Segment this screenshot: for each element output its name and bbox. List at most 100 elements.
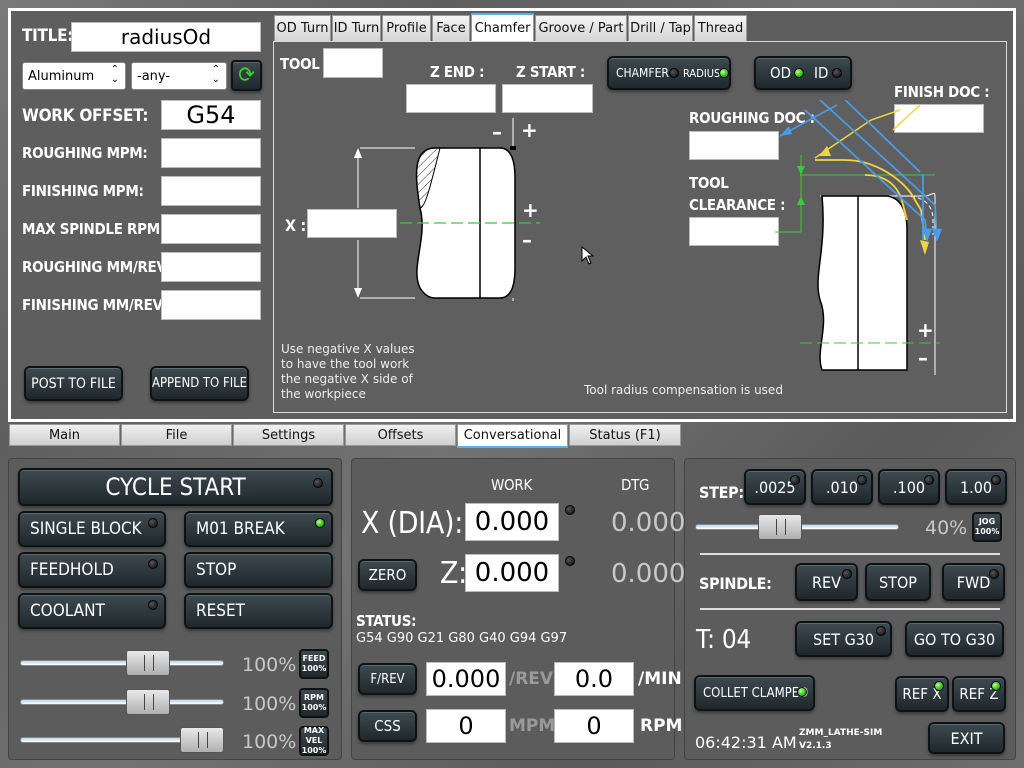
finishing-feed-label: FINISHING MM/REV:	[22, 296, 168, 314]
op-tab-groove-part[interactable]: Groove / Part	[535, 15, 627, 41]
maxvel-100-button[interactable]: MAX VEL 100%	[299, 726, 329, 756]
ref-x-button[interactable]: REF X	[895, 676, 949, 712]
version: V2.1.3	[799, 741, 832, 751]
op-tab-face[interactable]: Face	[432, 15, 470, 41]
od-led	[794, 68, 804, 78]
m01-break-button[interactable]: M01 BREAK	[184, 511, 333, 547]
z-start-input[interactable]	[502, 84, 593, 113]
spindle-stop-button[interactable]: STOP	[865, 563, 931, 601]
z-end-input[interactable]	[406, 84, 496, 113]
x-plus-sign: +	[522, 198, 539, 222]
single-block-button[interactable]: SINGLE BLOCK	[18, 511, 166, 547]
feed-override-slider[interactable]	[20, 660, 224, 666]
post-to-file-button[interactable]: POST TO FILE	[24, 366, 123, 401]
set-g30-label: SET G30	[812, 629, 875, 649]
refresh-button[interactable]: ⟳	[231, 60, 262, 91]
op-tab-id-turn[interactable]: ID Turn	[332, 15, 381, 41]
tool-input[interactable]	[323, 48, 383, 78]
z-work-dro[interactable]: 0.000	[465, 554, 559, 592]
append-to-file-button[interactable]: APPEND TO FILE	[150, 366, 249, 401]
zero-button[interactable]: ZERO	[358, 559, 417, 591]
spindle-rev-button[interactable]: REV	[795, 563, 858, 601]
finishing-feed-input[interactable]	[161, 290, 261, 320]
main-tab-offsets[interactable]: Offsets	[345, 424, 456, 446]
maxvel-mini-pct: 100%	[301, 746, 327, 755]
feed-mini-pct: 100%	[301, 664, 327, 673]
refresh-icon: ⟳	[238, 63, 255, 88]
step-led-1	[857, 475, 867, 485]
jog-speed-handle[interactable]	[758, 514, 802, 540]
main-tab-settings[interactable]: Settings	[233, 424, 344, 446]
rpm-override-slider[interactable]	[20, 699, 224, 705]
roughing-feed-input[interactable]	[161, 252, 261, 282]
mpm-unit: MPM	[509, 716, 556, 736]
min-unit: /MIN	[638, 669, 682, 689]
step-button-1[interactable]: .010	[811, 469, 873, 505]
feed-100-button[interactable]: FEED 100%	[299, 649, 329, 679]
exit-button[interactable]: EXIT	[928, 722, 1005, 754]
finishing-mpm-input[interactable]	[161, 176, 261, 206]
op-tab-thread[interactable]: Thread	[694, 15, 747, 41]
feed-override-pct: 100%	[242, 654, 297, 676]
single-block-label: SINGLE BLOCK	[30, 519, 142, 539]
rpm-override-handle[interactable]	[126, 689, 170, 715]
cycle-start-label: CYCLE START	[105, 473, 246, 501]
x-work-dro[interactable]: 0.000	[465, 503, 559, 541]
feedhold-label: FEEDHOLD	[30, 560, 114, 580]
work-offset-input[interactable]: G54	[161, 100, 261, 130]
rpm-mini-pct: 100%	[301, 703, 327, 712]
od-id-toggle[interactable]: OD ID	[754, 56, 852, 90]
roughing-doc-input[interactable]	[689, 131, 779, 160]
current-tool: T: 04	[696, 625, 751, 655]
step-label-3: 1.00	[959, 477, 993, 497]
maxvel-override-handle[interactable]	[180, 727, 224, 753]
css-value: 0	[426, 709, 506, 743]
set-g30-button[interactable]: SET G30	[795, 621, 892, 657]
css-button[interactable]: CSS	[358, 710, 417, 742]
op-tab-chamfer[interactable]: Chamfer	[471, 13, 534, 41]
tool-type-value: -any-	[137, 69, 171, 84]
feed-override-handle[interactable]	[126, 650, 170, 676]
spindle-label: SPINDLE:	[699, 574, 772, 593]
title-input[interactable]: radiusOd	[71, 22, 261, 52]
main-tab-status-f1[interactable]: Status (F1)	[569, 424, 681, 446]
set-g30-led	[876, 626, 886, 636]
main-tab-main[interactable]: Main	[9, 424, 120, 446]
op-tab-profile[interactable]: Profile	[382, 15, 431, 41]
roughing-mpm-input[interactable]	[161, 138, 261, 168]
rpm-100-button[interactable]: RPM 100%	[299, 688, 329, 718]
feed-per-rev-button[interactable]: F/REV	[358, 663, 417, 695]
tool-type-select[interactable]: -any- ⌃ ⌄	[131, 62, 227, 90]
title-label: TITLE:	[22, 26, 74, 46]
rpm-unit: RPM	[640, 716, 683, 736]
step-button-0[interactable]: .0025	[744, 469, 806, 505]
stop-button[interactable]: STOP	[184, 552, 333, 588]
op-tab-od-turn[interactable]: OD Turn	[274, 15, 331, 41]
maxvel-override-pct: 100%	[242, 731, 297, 753]
chamfer-option: CHAMFER	[616, 66, 669, 80]
op-tab-drill-tap[interactable]: Drill / Tap	[628, 15, 693, 41]
reset-button[interactable]: RESET	[184, 593, 333, 629]
tool-label: TOOL :	[280, 55, 330, 73]
main-tab-file[interactable]: File	[121, 424, 232, 446]
feedhold-button[interactable]: FEEDHOLD	[18, 552, 166, 588]
step-button-3[interactable]: 1.00	[945, 469, 1007, 505]
cycle-start-button[interactable]: CYCLE START	[18, 468, 333, 506]
tool-clearance-input[interactable]	[689, 217, 779, 246]
spindle-fwd-button[interactable]: FWD	[942, 563, 1005, 601]
collet-clamped-button[interactable]: COLLET CLAMPED	[694, 675, 815, 711]
negative-x-note: Use negative X values to have the tool w…	[281, 342, 415, 401]
coolant-button[interactable]: COOLANT	[18, 593, 166, 629]
ref-z-button[interactable]: REF Z	[952, 676, 1006, 712]
chamfer-radius-toggle[interactable]: CHAMFER RADIUS	[607, 56, 731, 90]
rev-label: REV	[812, 572, 841, 592]
step-button-2[interactable]: .100	[878, 469, 940, 505]
go-to-g30-button[interactable]: GO TO G30	[905, 621, 1004, 657]
step-led-0	[790, 475, 800, 485]
material-select[interactable]: Aluminum ⌃ ⌄	[22, 62, 126, 90]
jog-100-button[interactable]: JOG 100%	[972, 512, 1002, 542]
chamfer-led	[669, 68, 679, 78]
max-spindle-rpm-input[interactable]	[161, 214, 261, 244]
main-tab-conversational[interactable]: Conversational	[457, 424, 568, 448]
z-axis-label: Z:	[440, 556, 467, 591]
